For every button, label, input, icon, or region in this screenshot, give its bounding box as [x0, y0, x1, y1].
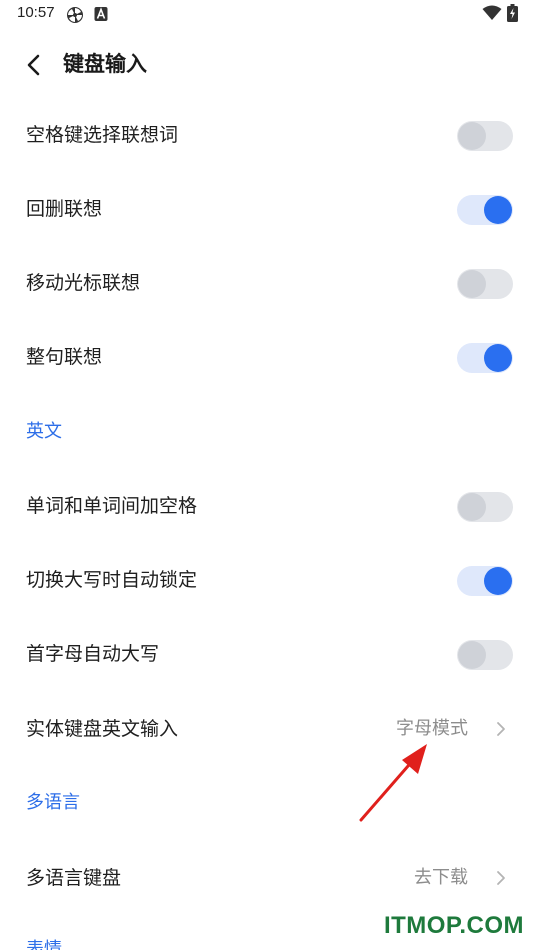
toggle-knob [484, 344, 512, 372]
section-title-multilang: 多语言 [26, 792, 80, 813]
setting-row-physical-keyboard[interactable]: 实体键盘英文输入 字母模式 [0, 692, 534, 766]
setting-label: 实体键盘英文输入 [26, 718, 179, 740]
chevron-left-icon [27, 54, 40, 76]
word-space-toggle[interactable] [457, 492, 513, 522]
watermark-logo: ITMOP.COM [383, 912, 524, 939]
sentence-predict-toggle[interactable] [457, 343, 513, 373]
status-time: 10:57 [17, 4, 55, 21]
setting-label: 回删联想 [26, 198, 103, 220]
setting-row-sentence-predict[interactable]: 整句联想 [0, 320, 534, 394]
a-badge-icon [94, 6, 108, 22]
setting-value: 去下载 [414, 867, 468, 888]
setting-label: 整句联想 [26, 346, 103, 368]
toggle-knob [484, 196, 512, 224]
app-header: 键盘输入 [0, 40, 534, 90]
setting-label: 首字母自动大写 [26, 643, 160, 665]
space-select-toggle[interactable] [457, 121, 513, 151]
setting-label: 空格键选择联想词 [26, 124, 179, 146]
setting-row-space-select[interactable]: 空格键选择联想词 [0, 98, 534, 172]
battery-charging-icon [507, 4, 518, 22]
toggle-knob [458, 641, 486, 669]
section-title-english: 英文 [26, 421, 62, 442]
auto-capitalize-toggle[interactable] [457, 640, 513, 670]
setting-row-word-space[interactable]: 单词和单词间加空格 [0, 469, 534, 543]
chevron-right-icon [497, 871, 505, 885]
setting-row-backspace-predict[interactable]: 回删联想 [0, 172, 534, 246]
setting-row-cursor-predict[interactable]: 移动光标联想 [0, 246, 534, 320]
caps-lock-auto-toggle[interactable] [457, 566, 513, 596]
backspace-predict-toggle[interactable] [457, 195, 513, 225]
pinwheel-icon [66, 6, 84, 24]
setting-label: 切换大写时自动锁定 [26, 569, 198, 591]
status-bar: 10:57 [0, 0, 534, 28]
page-title: 键盘输入 [63, 52, 147, 76]
section-title-emoji: 表情 [26, 939, 62, 950]
toggle-knob [458, 270, 486, 298]
setting-row-caps-lock-auto[interactable]: 切换大写时自动锁定 [0, 543, 534, 617]
setting-label: 单词和单词间加空格 [26, 495, 198, 517]
setting-row-multilang-keyboard[interactable]: 多语言键盘 去下载 [0, 841, 534, 915]
setting-label: 多语言键盘 [26, 867, 122, 889]
back-button[interactable] [18, 50, 48, 80]
wifi-icon [482, 5, 502, 21]
cursor-predict-toggle[interactable] [457, 269, 513, 299]
toggle-knob [484, 567, 512, 595]
chevron-right-icon [497, 722, 505, 736]
setting-label: 移动光标联想 [26, 272, 141, 294]
setting-value: 字母模式 [396, 718, 468, 739]
toggle-knob [458, 493, 486, 521]
setting-row-auto-capitalize[interactable]: 首字母自动大写 [0, 617, 534, 691]
toggle-knob [458, 122, 486, 150]
